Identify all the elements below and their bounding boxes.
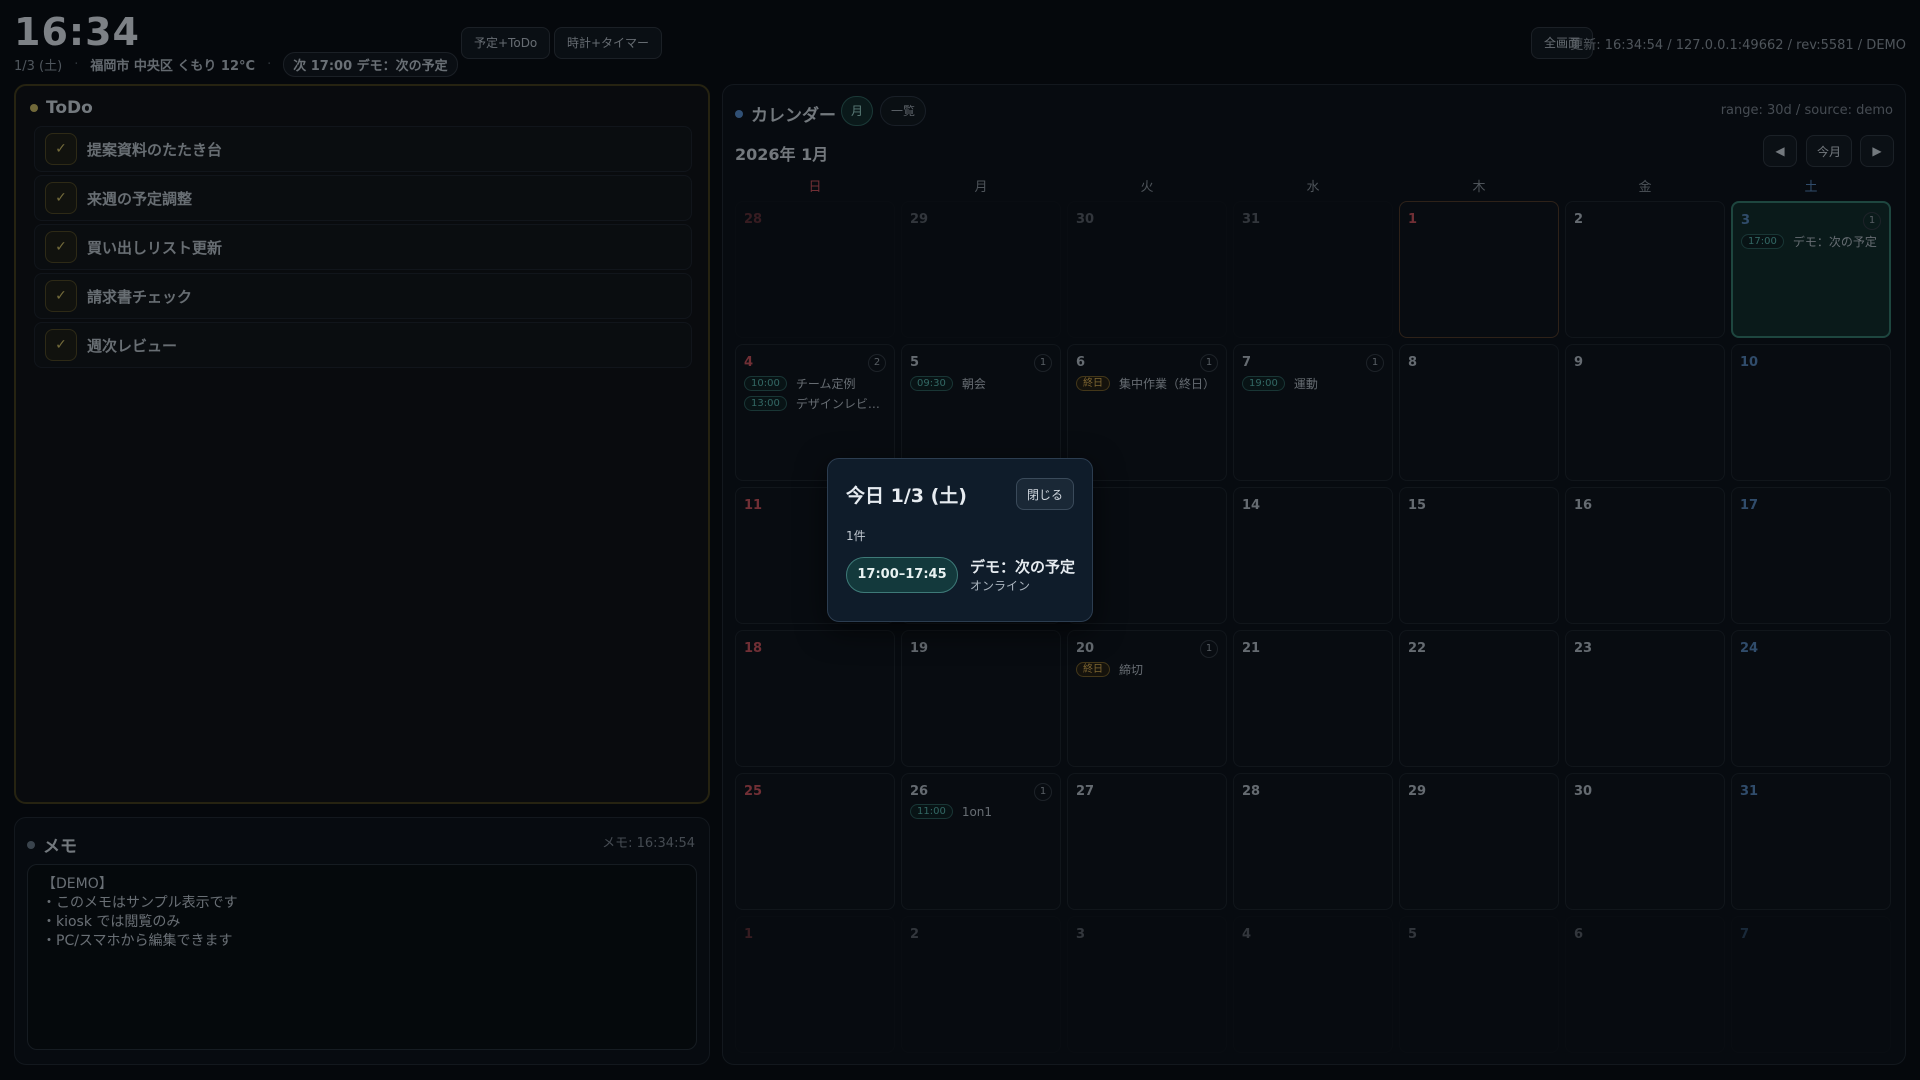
- popup-event-location: オンライン: [970, 579, 1031, 593]
- popup-event-time: 17:00–17:45: [846, 557, 958, 593]
- popup-event-count: 1件: [846, 529, 866, 543]
- day-detail-popup: 今日 1/3 (土) 閉じる 1件 17:00–17:45 デモ：次の予定 オン…: [827, 458, 1093, 622]
- kiosk-dashboard: 16:34 1/3 (土) · 福岡市 中央区 くもり 12°C · 次 17:…: [0, 0, 1920, 1080]
- popup-title: 今日 1/3 (土): [846, 485, 967, 507]
- popup-event-title[interactable]: デモ：次の予定: [970, 556, 1075, 577]
- close-button[interactable]: 閉じる: [1016, 478, 1074, 510]
